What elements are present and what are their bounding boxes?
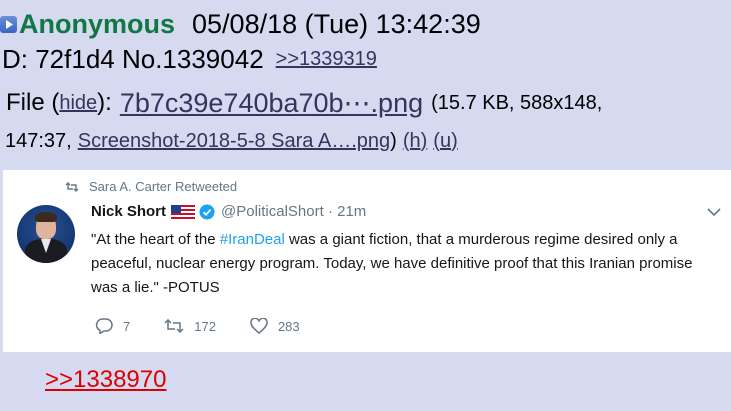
author-name: Nick Short — [91, 203, 167, 220]
retweet-context: Sara A. Carter Retweeted — [65, 179, 237, 194]
hashtag: #IranDeal — [219, 231, 285, 248]
retweet-count: 172 — [194, 318, 216, 334]
quote-reply-link[interactable]: >>1338970 — [45, 366, 166, 394]
retweet-action: 172 — [164, 319, 216, 334]
reply-icon — [95, 318, 113, 334]
chevron-down-icon — [707, 208, 721, 217]
file-label-close: ): — [97, 89, 112, 116]
avatar — [17, 205, 75, 263]
like-count: 283 — [277, 318, 300, 334]
post-datetime: 05/08/18 (Tue) 13:42:39 — [192, 8, 481, 39]
us-flag-icon — [171, 204, 196, 219]
retweeted-by: Sara A. Carter Retweeted — [89, 179, 238, 194]
original-filename-link[interactable]: Screenshot-2018-5-8 Sara A….png — [78, 130, 390, 153]
author-handle: @PoliticalShort · 21m — [221, 203, 367, 220]
h-link[interactable]: (h) — [403, 130, 427, 153]
file-name-link[interactable]: 7b7c39e740ba70b⋯.png — [120, 88, 423, 119]
tweet-text: "At the heart of the #IranDeal was a gia… — [91, 228, 719, 300]
reply-count: 7 — [123, 318, 131, 334]
verified-icon — [199, 204, 215, 220]
post-header: Anonymous 05/08/18 (Tue) 13:42:39 — [0, 6, 481, 42]
close-paren: ) — [390, 129, 397, 152]
tweet-screenshot-image[interactable]: Sara A. Carter Retweeted Nick Short @Pol… — [3, 170, 731, 352]
post-id[interactable]: D: 72f1d4 No.1339042 — [2, 44, 264, 75]
hide-link[interactable]: hide — [59, 92, 97, 115]
tweet-header: Nick Short @PoliticalShort · 21m — [91, 203, 366, 220]
file-meta: (15.7 KB, 588x148, — [431, 91, 603, 114]
reply-backlink[interactable]: >>1339319 — [276, 48, 377, 71]
reply-action: 7 — [95, 318, 130, 334]
like-icon — [250, 318, 268, 334]
file-dimensions: 147:37, — [5, 129, 72, 152]
tweet-actions: 7 172 283 — [95, 318, 334, 334]
u-link[interactable]: (u) — [433, 130, 457, 153]
imageboard-post: Anonymous 05/08/18 (Tue) 13:42:39 D: 72f… — [0, 0, 731, 411]
file-label: File ( — [6, 89, 60, 116]
retweet-icon — [164, 319, 184, 333]
like-action: 283 — [250, 318, 300, 334]
tweet-text-part1: "At the heart of the — [91, 231, 220, 248]
file-info: File ( hide ): 7b7c39e740ba70b⋯.png (15.… — [6, 86, 602, 120]
file-info-continued: 147:37, Screenshot-2018-5-8 Sara A….png … — [5, 126, 458, 156]
expand-icon[interactable] — [0, 15, 17, 33]
poster-name: Anonymous — [19, 8, 176, 39]
post-id-line: D: 72f1d4 No.1339042 >>1339319 — [2, 42, 377, 76]
retweet-icon — [65, 181, 79, 192]
